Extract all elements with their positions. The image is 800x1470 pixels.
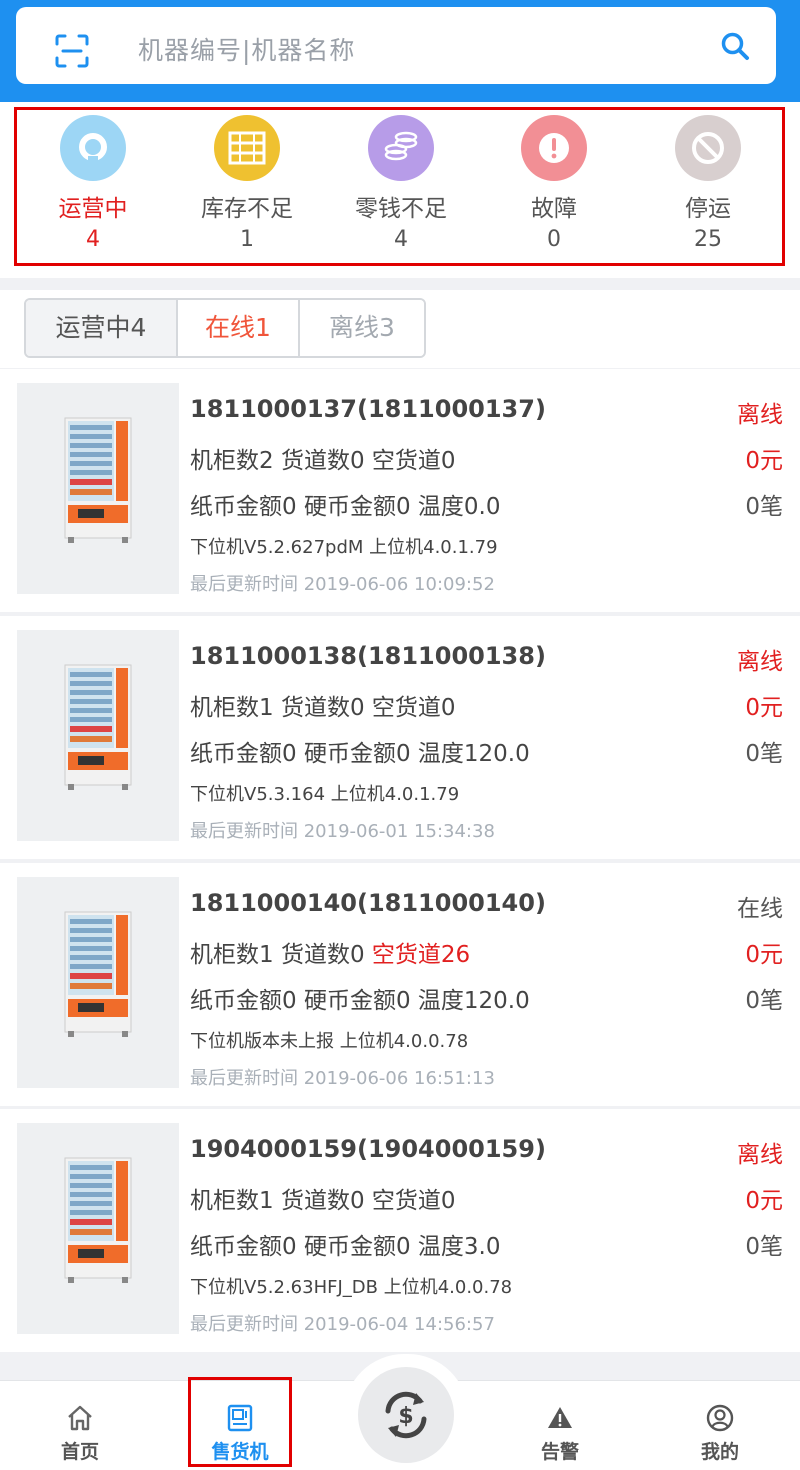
warning-icon: [548, 1407, 572, 1428]
status-label: 停运: [685, 196, 731, 222]
machine-cabinet-info: 机柜数1 货道数0 空货道26: [190, 935, 470, 969]
machine-updated-time: 最后更新时间 2019-06-06 16:51:13: [190, 1068, 495, 1089]
machine-image: [17, 630, 179, 841]
tab-online[interactable]: 在线1: [178, 300, 300, 356]
machine-cabinet-info: 机柜数2 货道数0 空货道0: [190, 448, 456, 474]
machine-image: [17, 383, 179, 594]
machine-title: 1811000137(1811000137): [190, 395, 546, 423]
status-label: 零钱不足: [355, 196, 447, 222]
nav-highlight-frame: [188, 1377, 292, 1467]
machine-amount: 0元: [745, 695, 783, 721]
machine-amount: 0元: [745, 1188, 783, 1214]
nav-alerts[interactable]: 告警: [480, 1381, 640, 1470]
coins-icon: [368, 115, 434, 181]
status-low-inventory[interactable]: 库存不足 1: [187, 115, 307, 252]
empty-lane-alert: 空货道26: [371, 942, 471, 968]
machine-status: 离线: [737, 1142, 783, 1168]
status-count: 25: [694, 227, 722, 252]
machine-amount: 0元: [745, 942, 783, 968]
filter-tabs: 运营中4 在线1 离线3: [0, 290, 800, 368]
machine-orders: 0笔: [745, 741, 783, 767]
machine-orders: 0笔: [745, 494, 783, 520]
vending-machine-illustration: [64, 664, 132, 790]
status-label: 库存不足: [201, 196, 293, 222]
tab-group: 运营中4 在线1 离线3: [24, 298, 426, 358]
cabinet-info-text: 机柜数1 货道数0: [190, 942, 372, 968]
search-icon[interactable]: [720, 31, 750, 61]
status-label: 运营中: [58, 196, 128, 222]
machine-card[interactable]: 1811000138(1811000138) 机柜数1 货道数0 空货道0 纸币…: [0, 616, 800, 859]
status-count: 4: [86, 227, 100, 252]
status-low-change[interactable]: 零钱不足 4: [341, 115, 461, 252]
nav-label: 我的: [700, 1441, 739, 1463]
nav-home[interactable]: 首页: [0, 1381, 160, 1470]
nav-profile[interactable]: 我的: [640, 1381, 800, 1470]
stopped-icon: [675, 115, 741, 181]
status-count: 1: [240, 227, 254, 252]
vending-machine-illustration: [64, 911, 132, 1037]
search-bar[interactable]: 机器编号|机器名称: [16, 7, 776, 84]
machine-orders: 0笔: [745, 1234, 783, 1260]
machine-updated-time: 最后更新时间 2019-06-06 10:09:52: [190, 574, 495, 595]
machine-card[interactable]: 1811000137(1811000137) 机柜数2 货道数0 空货道0 纸币…: [0, 369, 800, 612]
vending-machine-illustration: [64, 417, 132, 543]
inventory-icon: [214, 115, 280, 181]
status-fault[interactable]: 故障 0: [494, 115, 614, 252]
status-operating[interactable]: 运营中 4: [33, 115, 153, 252]
machine-amount: 0元: [745, 448, 783, 474]
operating-icon: [60, 115, 126, 181]
machine-status: 离线: [737, 649, 783, 675]
fault-icon: [521, 115, 587, 181]
search-input[interactable]: 机器编号|机器名称: [138, 31, 355, 67]
top-bar: 机器编号|机器名称: [0, 0, 800, 102]
machine-cabinet-info: 机柜数1 货道数0 空货道0: [190, 1188, 456, 1214]
machine-version: 下位机V5.2.627pdM 上位机4.0.1.79: [190, 537, 498, 558]
svg-text:$: $: [398, 1404, 413, 1429]
tab-operating[interactable]: 运营中4: [26, 300, 178, 356]
vending-machine-illustration: [64, 1157, 132, 1283]
nav-label: 告警: [540, 1441, 579, 1463]
machine-cabinet-info: 机柜数1 货道数0 空货道0: [190, 695, 456, 721]
home-icon: [68, 1405, 92, 1431]
user-icon: [706, 1404, 734, 1432]
machine-money-info: 纸币金额0 硬币金额0 温度3.0: [190, 1234, 501, 1260]
machine-status: 离线: [737, 402, 783, 428]
machine-money-info: 纸币金额0 硬币金额0 温度120.0: [190, 741, 530, 767]
nav-label: 首页: [60, 1441, 99, 1463]
machine-card[interactable]: 1904000159(1904000159) 机柜数1 货道数0 空货道0 纸币…: [0, 1109, 800, 1352]
center-exchange-button[interactable]: $: [358, 1367, 454, 1463]
machine-updated-time: 最后更新时间 2019-06-01 15:34:38: [190, 821, 495, 842]
scan-icon[interactable]: [54, 33, 90, 69]
machine-title: 1811000138(1811000138): [190, 642, 546, 670]
exchange-icon: $: [385, 1391, 427, 1439]
machine-title: 1904000159(1904000159): [190, 1135, 546, 1163]
machine-version: 下位机V5.3.164 上位机4.0.1.79: [190, 784, 460, 805]
status-count: 4: [394, 227, 408, 252]
status-summary: 运营中 4 库存不足 1 零钱不足 4 故障 0 停运 25: [0, 102, 800, 278]
machine-title: 1811000140(1811000140): [190, 889, 546, 917]
machine-status: 在线: [737, 896, 783, 922]
machine-card[interactable]: 1811000140(1811000140) 机柜数1 货道数0 空货道26 纸…: [0, 863, 800, 1106]
machine-updated-time: 最后更新时间 2019-06-04 14:56:57: [190, 1314, 495, 1335]
machine-money-info: 纸币金额0 硬币金额0 温度0.0: [190, 494, 501, 520]
machine-version: 下位机V5.2.63HFJ_DB 上位机4.0.0.78: [190, 1277, 513, 1298]
machine-image: [17, 1123, 179, 1334]
machine-money-info: 纸币金额0 硬币金额0 温度120.0: [190, 988, 530, 1014]
machine-version: 下位机版本未上报 上位机4.0.0.78: [190, 1031, 469, 1052]
status-count: 0: [547, 227, 561, 252]
machine-image: [17, 877, 179, 1088]
status-stopped[interactable]: 停运 25: [648, 115, 768, 252]
machine-orders: 0笔: [745, 988, 783, 1014]
status-label: 故障: [531, 196, 577, 222]
tab-offline[interactable]: 离线3: [300, 300, 424, 356]
